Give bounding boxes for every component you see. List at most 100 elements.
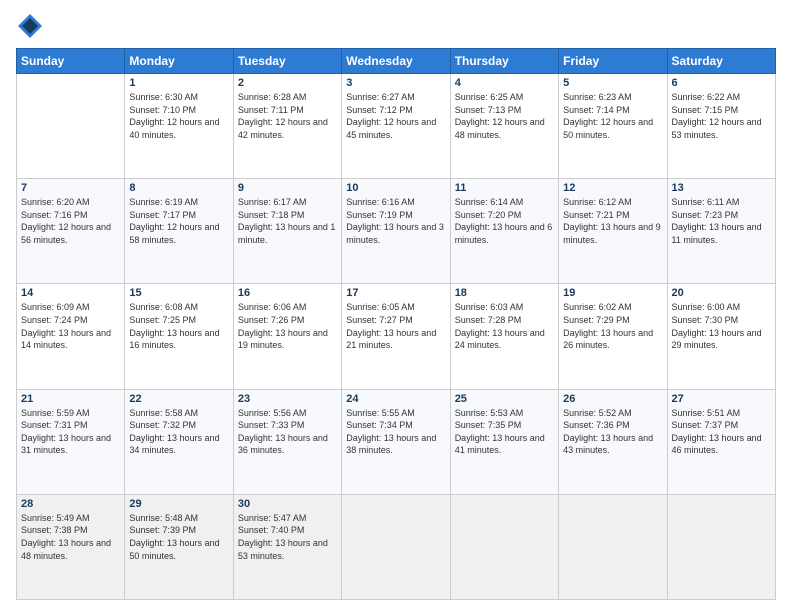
calendar-cell: 11 Sunrise: 6:14 AMSunset: 7:20 PMDayligh…	[450, 179, 558, 284]
day-info: Sunrise: 6:09 AMSunset: 7:24 PMDaylight:…	[21, 301, 120, 351]
day-info: Sunrise: 5:47 AMSunset: 7:40 PMDaylight:…	[238, 512, 337, 562]
day-header-tuesday: Tuesday	[233, 49, 341, 74]
calendar-cell: 5Sunrise: 6:23 AMSunset: 7:14 PMDaylight…	[559, 74, 667, 179]
day-info: Sunrise: 5:53 AMSunset: 7:35 PMDaylight:…	[455, 407, 554, 457]
day-number: 4	[455, 77, 554, 89]
day-info: Sunrise: 6:17 AMSunset: 7:18 PMDaylight:…	[238, 196, 337, 246]
day-number: 7	[21, 182, 120, 194]
day-number: 28	[21, 498, 120, 510]
calendar-body: 1Sunrise: 6:30 AMSunset: 7:10 PMDaylight…	[17, 74, 776, 600]
day-header-saturday: Saturday	[667, 49, 775, 74]
calendar-cell: 27 Sunrise: 5:51 AMSunset: 7:37 PMDayligh…	[667, 389, 775, 494]
calendar-cell: 3 Sunrise: 6:27 AMSunset: 7:12 PMDaylight…	[342, 74, 450, 179]
calendar-cell: 13 Sunrise: 6:11 AMSunset: 7:23 PMDayligh…	[667, 179, 775, 284]
day-info: Sunrise: 6:08 AMSunset: 7:25 PMDaylight:…	[129, 301, 228, 351]
day-number: 9	[238, 182, 337, 194]
day-info: Sunrise: 6:19 AMSunset: 7:17 PMDaylight:…	[129, 196, 228, 246]
day-info: Sunrise: 5:52 AMSunset: 7:36 PMDaylight:…	[563, 407, 662, 457]
day-info: Sunrise: 6:00 AMSunset: 7:30 PMDaylight:…	[672, 301, 771, 351]
calendar-cell: 8 Sunrise: 6:19 AMSunset: 7:17 PMDaylight…	[125, 179, 233, 284]
calendar-cell	[450, 494, 558, 599]
calendar-week-4: 28 Sunrise: 5:49 AMSunset: 7:38 PMDayligh…	[17, 494, 776, 599]
day-number: 15	[129, 287, 228, 299]
calendar-cell: 6 Sunrise: 6:22 AMSunset: 7:15 PMDaylight…	[667, 74, 775, 179]
calendar-cell	[17, 74, 125, 179]
day-number: 24	[346, 393, 445, 405]
day-number: 26	[563, 393, 662, 405]
day-info: Sunrise: 5:55 AMSunset: 7:34 PMDaylight:…	[346, 407, 445, 457]
day-info: Sunrise: 6:14 AMSunset: 7:20 PMDaylight:…	[455, 196, 554, 246]
calendar-cell: 2 Sunrise: 6:28 AMSunset: 7:11 PMDaylight…	[233, 74, 341, 179]
header	[16, 12, 776, 40]
day-info: Sunrise: 6:30 AMSunset: 7:10 PMDaylight:…	[129, 91, 228, 141]
day-info: Sunrise: 6:06 AMSunset: 7:26 PMDaylight:…	[238, 301, 337, 351]
day-number: 5	[563, 77, 662, 89]
day-info: Sunrise: 6:16 AMSunset: 7:19 PMDaylight:…	[346, 196, 445, 246]
calendar-cell	[342, 494, 450, 599]
calendar-cell: 12 Sunrise: 6:12 AMSunset: 7:21 PMDayligh…	[559, 179, 667, 284]
calendar-cell: 16 Sunrise: 6:06 AMSunset: 7:26 PMDayligh…	[233, 284, 341, 389]
day-number: 17	[346, 287, 445, 299]
day-number: 18	[455, 287, 554, 299]
calendar-table: SundayMondayTuesdayWednesdayThursdayFrid…	[16, 48, 776, 600]
calendar-cell: 17 Sunrise: 6:05 AMSunset: 7:27 PMDayligh…	[342, 284, 450, 389]
day-header-wednesday: Wednesday	[342, 49, 450, 74]
day-info: Sunrise: 6:12 AMSunset: 7:21 PMDaylight:…	[563, 196, 662, 246]
day-info: Sunrise: 6:02 AMSunset: 7:29 PMDaylight:…	[563, 301, 662, 351]
day-number: 10	[346, 182, 445, 194]
calendar-cell: 20 Sunrise: 6:00 AMSunset: 7:30 PMDayligh…	[667, 284, 775, 389]
day-info: Sunrise: 5:51 AMSunset: 7:37 PMDaylight:…	[672, 407, 771, 457]
day-number: 3	[346, 77, 445, 89]
day-number: 21	[21, 393, 120, 405]
day-info: Sunrise: 5:49 AMSunset: 7:38 PMDaylight:…	[21, 512, 120, 562]
day-number: 20	[672, 287, 771, 299]
day-info: Sunrise: 6:25 AMSunset: 7:13 PMDaylight:…	[455, 91, 554, 141]
page: SundayMondayTuesdayWednesdayThursdayFrid…	[0, 0, 792, 612]
day-number: 22	[129, 393, 228, 405]
day-header-thursday: Thursday	[450, 49, 558, 74]
calendar-cell: 21 Sunrise: 5:59 AMSunset: 7:31 PMDayligh…	[17, 389, 125, 494]
day-info: Sunrise: 6:05 AMSunset: 7:27 PMDaylight:…	[346, 301, 445, 351]
day-info: Sunrise: 6:20 AMSunset: 7:16 PMDaylight:…	[21, 196, 120, 246]
calendar-cell: 29Sunrise: 5:48 AMSunset: 7:39 PMDayligh…	[125, 494, 233, 599]
day-number: 27	[672, 393, 771, 405]
calendar-cell: 14 Sunrise: 6:09 AMSunset: 7:24 PMDayligh…	[17, 284, 125, 389]
calendar-week-3: 21 Sunrise: 5:59 AMSunset: 7:31 PMDayligh…	[17, 389, 776, 494]
calendar-cell: 1Sunrise: 6:30 AMSunset: 7:10 PMDaylight…	[125, 74, 233, 179]
calendar-week-1: 7 Sunrise: 6:20 AMSunset: 7:16 PMDaylight…	[17, 179, 776, 284]
calendar-cell: 25Sunrise: 5:53 AMSunset: 7:35 PMDayligh…	[450, 389, 558, 494]
day-number: 30	[238, 498, 337, 510]
day-info: Sunrise: 6:28 AMSunset: 7:11 PMDaylight:…	[238, 91, 337, 141]
day-number: 13	[672, 182, 771, 194]
calendar-cell: 30 Sunrise: 5:47 AMSunset: 7:40 PMDayligh…	[233, 494, 341, 599]
day-number: 11	[455, 182, 554, 194]
logo	[16, 12, 48, 40]
day-info: Sunrise: 6:03 AMSunset: 7:28 PMDaylight:…	[455, 301, 554, 351]
day-number: 8	[129, 182, 228, 194]
day-info: Sunrise: 6:22 AMSunset: 7:15 PMDaylight:…	[672, 91, 771, 141]
day-info: Sunrise: 6:27 AMSunset: 7:12 PMDaylight:…	[346, 91, 445, 141]
calendar-cell: 26 Sunrise: 5:52 AMSunset: 7:36 PMDayligh…	[559, 389, 667, 494]
calendar-cell: 10 Sunrise: 6:16 AMSunset: 7:19 PMDayligh…	[342, 179, 450, 284]
day-number: 6	[672, 77, 771, 89]
day-number: 12	[563, 182, 662, 194]
day-number: 23	[238, 393, 337, 405]
day-number: 14	[21, 287, 120, 299]
calendar-cell: 23 Sunrise: 5:56 AMSunset: 7:33 PMDayligh…	[233, 389, 341, 494]
day-info: Sunrise: 5:56 AMSunset: 7:33 PMDaylight:…	[238, 407, 337, 457]
day-header-sunday: Sunday	[17, 49, 125, 74]
calendar-cell: 9 Sunrise: 6:17 AMSunset: 7:18 PMDaylight…	[233, 179, 341, 284]
calendar-cell: 15 Sunrise: 6:08 AMSunset: 7:25 PMDayligh…	[125, 284, 233, 389]
calendar-cell: 22Sunrise: 5:58 AMSunset: 7:32 PMDayligh…	[125, 389, 233, 494]
calendar-week-0: 1Sunrise: 6:30 AMSunset: 7:10 PMDaylight…	[17, 74, 776, 179]
calendar-header-row: SundayMondayTuesdayWednesdayThursdayFrid…	[17, 49, 776, 74]
day-number: 16	[238, 287, 337, 299]
calendar-cell	[559, 494, 667, 599]
day-info: Sunrise: 6:11 AMSunset: 7:23 PMDaylight:…	[672, 196, 771, 246]
day-number: 2	[238, 77, 337, 89]
day-number: 29	[129, 498, 228, 510]
calendar-cell: 4 Sunrise: 6:25 AMSunset: 7:13 PMDaylight…	[450, 74, 558, 179]
day-info: Sunrise: 5:59 AMSunset: 7:31 PMDaylight:…	[21, 407, 120, 457]
calendar-cell: 18 Sunrise: 6:03 AMSunset: 7:28 PMDayligh…	[450, 284, 558, 389]
day-number: 19	[563, 287, 662, 299]
